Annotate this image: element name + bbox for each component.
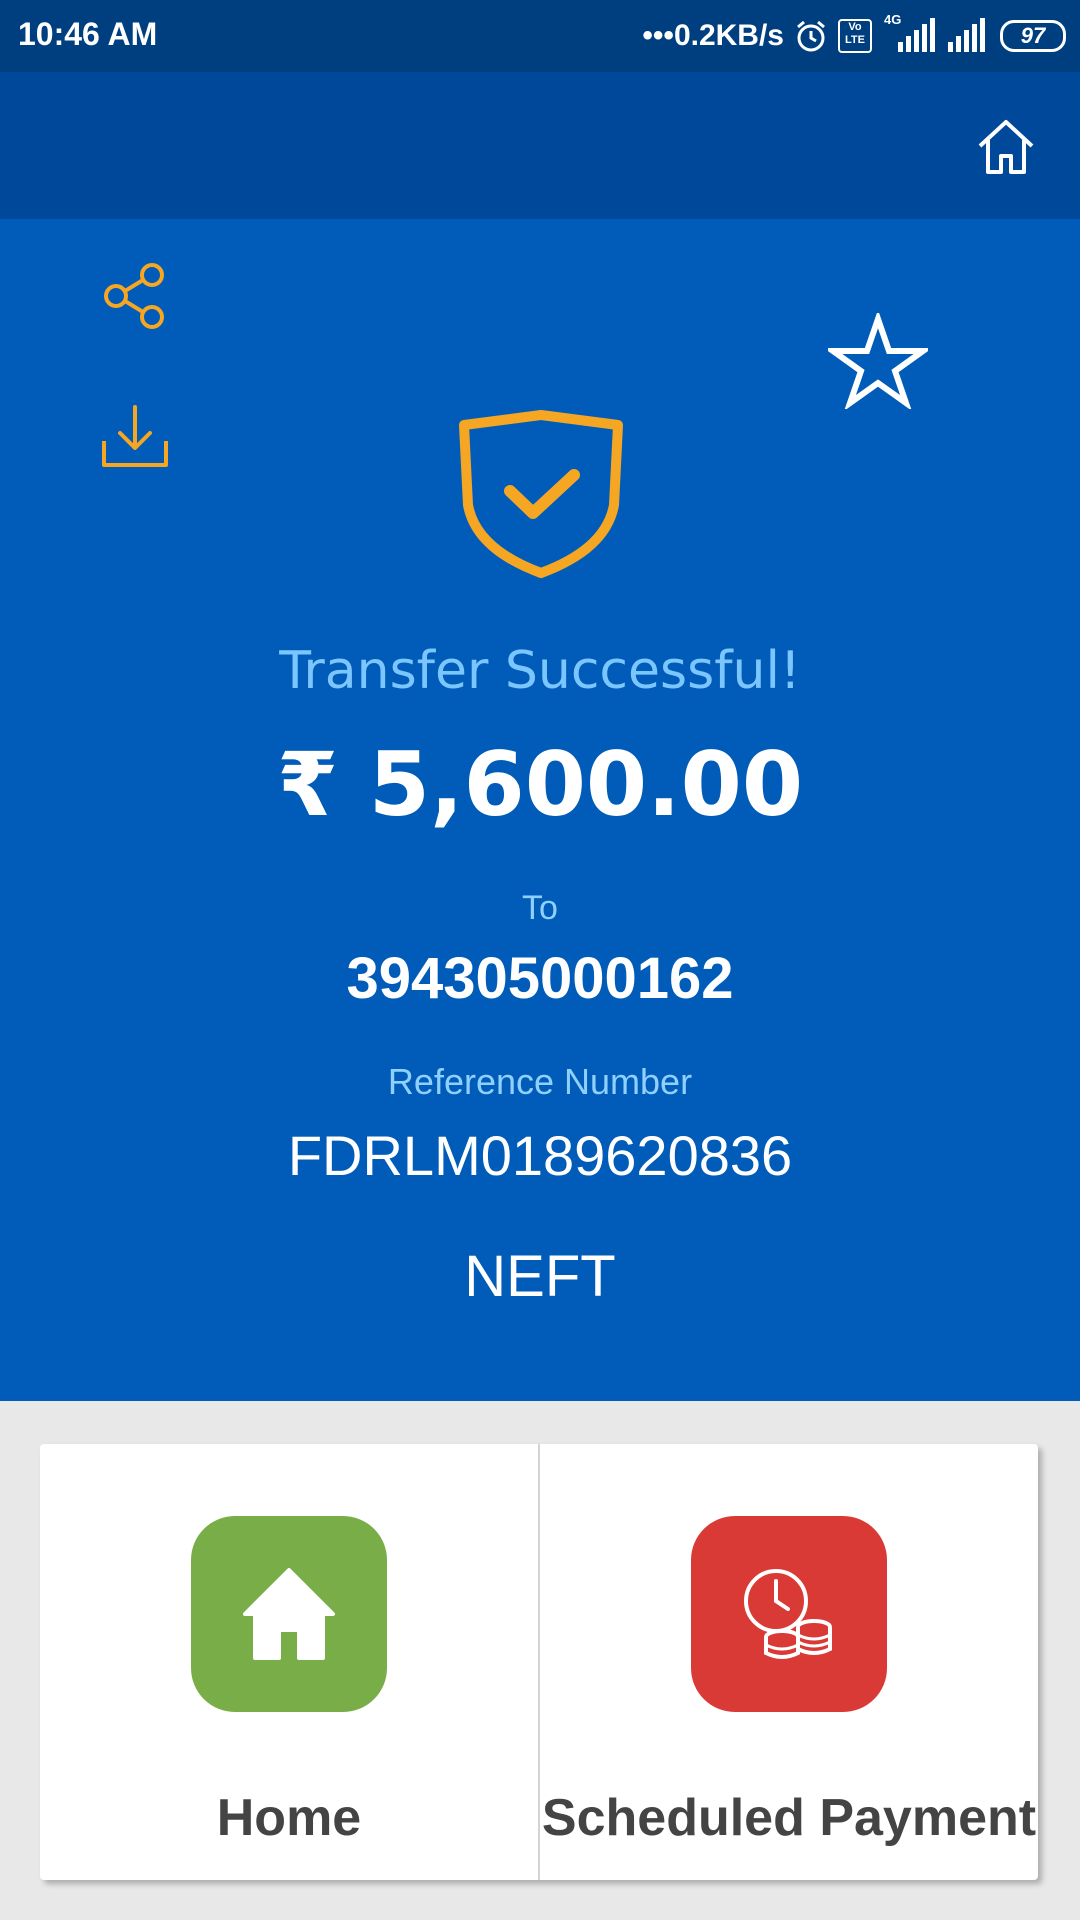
share-icon[interactable] xyxy=(102,261,168,331)
battery-indicator: 97 xyxy=(1000,20,1066,52)
reference-number: FDRLM0189620836 xyxy=(287,1124,793,1187)
scheduled-payment-tile-icon-bg xyxy=(691,1516,887,1712)
app-bar xyxy=(0,72,1080,219)
status-bar: 10:46 AM •••0.2KB/s Vo LTE 4G 97 xyxy=(0,0,1080,72)
network-speed: •••0.2KB/s xyxy=(642,19,784,52)
volte-icon: Vo LTE xyxy=(838,19,872,53)
transfer-status-title: Transfer Successful! xyxy=(279,641,801,701)
home-action-tile[interactable]: Home xyxy=(40,1444,538,1880)
signal-icon xyxy=(898,18,935,52)
scheduled-payment-action-label: Scheduled Payment xyxy=(541,1789,1037,1847)
home-outline-icon[interactable] xyxy=(974,114,1038,178)
home-icon xyxy=(243,1568,335,1660)
status-time: 10:46 AM xyxy=(18,16,158,52)
to-label: To xyxy=(522,889,558,927)
signal-4g: 4G xyxy=(882,12,938,54)
signal-icon-sim2 xyxy=(948,18,985,52)
alarm-icon xyxy=(797,20,825,52)
success-shield-icon xyxy=(459,410,623,578)
transfer-amount: ₹ 5,600.00 xyxy=(276,733,804,836)
status-icons: •••0.2KB/s Vo LTE 4G 97 xyxy=(642,12,1066,58)
clock-coins-icon xyxy=(744,1569,832,1659)
reference-number-label: Reference Number xyxy=(387,1061,693,1102)
favorite-star-icon[interactable] xyxy=(828,313,928,409)
beneficiary-account-number: 394305000162 xyxy=(346,946,734,1011)
scheduled-payment-action-tile[interactable]: Scheduled Payment xyxy=(538,1444,1038,1880)
home-tile-icon-bg xyxy=(191,1516,387,1712)
transfer-result-panel: Transfer Successful! ₹ 5,600.00 To 39430… xyxy=(0,219,1080,1401)
home-action-label: Home xyxy=(216,1789,362,1847)
quick-actions-card: Home Scheduled Payment xyxy=(40,1444,1038,1880)
quick-actions-area: Home Scheduled Payment xyxy=(0,1401,1080,1920)
download-icon[interactable] xyxy=(100,403,170,471)
transfer-mode: NEFT xyxy=(464,1244,616,1309)
